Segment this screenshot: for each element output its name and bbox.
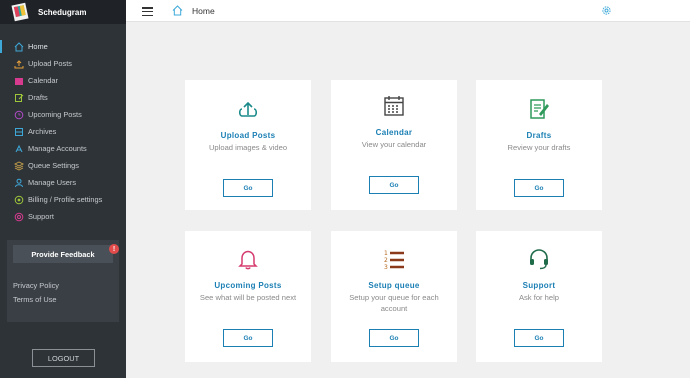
queue-icon — [14, 160, 24, 171]
provide-feedback-button[interactable]: Provide Feedback — [13, 245, 113, 263]
accounts-icon — [15, 144, 23, 152]
card-subtitle: See what will be posted next — [199, 293, 297, 302]
card-upcoming-posts: Upcoming Posts See what will be posted n… — [185, 231, 311, 362]
user-icon — [15, 178, 23, 187]
sidebar-item-home[interactable]: Home — [0, 38, 126, 55]
svg-text:2: 2 — [384, 257, 388, 264]
brand-header: Schedugram — [0, 0, 126, 24]
billing-icon — [14, 195, 24, 204]
archive-icon — [15, 127, 23, 136]
card-subtitle: View your calendar — [361, 140, 427, 149]
sidebar-item-label: Queue Settings — [28, 161, 79, 170]
go-button[interactable]: Go — [223, 179, 273, 197]
logout-button[interactable]: LOGOUT — [32, 349, 95, 367]
upload-icon — [14, 59, 24, 68]
sidebar-item-archives[interactable]: Archives — [0, 123, 126, 140]
bell-icon — [14, 110, 24, 119]
svg-text:1: 1 — [384, 250, 388, 257]
card-title: Calendar — [375, 128, 413, 137]
gear-icon[interactable] — [601, 5, 612, 16]
card-drafts: Drafts Review your drafts Go — [476, 80, 602, 210]
sidebar-item-label: Manage Accounts — [28, 144, 87, 153]
sidebar-item-upload-posts[interactable]: Upload Posts — [0, 55, 126, 72]
card-title: Setup queue — [368, 281, 420, 290]
card-subtitle: Review your drafts — [507, 143, 571, 152]
privacy-policy-link[interactable]: Privacy Policy — [13, 281, 59, 290]
sidebar-item-label: Archives — [28, 127, 57, 136]
sidebar-item-label: Upcoming Posts — [28, 110, 82, 119]
headset-icon — [530, 249, 548, 270]
sidebar-item-label: Support — [28, 212, 54, 221]
go-button[interactable]: Go — [514, 329, 564, 347]
card-title: Upload Posts — [220, 131, 276, 140]
sidebar-item-drafts[interactable]: Drafts — [0, 89, 126, 106]
calendar-icon — [384, 96, 404, 116]
sidebar-item-upcoming-posts[interactable]: Upcoming Posts — [0, 106, 126, 123]
sidebar-item-label: Drafts — [28, 93, 48, 102]
home-icon — [14, 41, 24, 51]
sidebar-item-billing-profile-settings[interactable]: Billing / Profile settings — [0, 191, 126, 208]
schedugram-logo-icon — [11, 2, 29, 22]
card-setup-queue: 1 2 3 Setup queue Setup your queue for e… — [331, 231, 457, 362]
menu-icon[interactable] — [142, 7, 153, 17]
sidebar-item-calendar[interactable]: Calendar — [0, 72, 126, 89]
sidebar-item-label: Manage Users — [28, 178, 77, 187]
go-button[interactable]: Go — [514, 179, 564, 197]
drafts-icon — [530, 99, 549, 119]
sidebar-item-manage-accounts[interactable]: Manage Accounts — [0, 140, 126, 157]
go-button[interactable]: Go — [369, 329, 419, 347]
drafts-icon — [15, 93, 24, 102]
breadcrumb: Home — [192, 6, 215, 16]
sidebar-item-manage-users[interactable]: Manage Users — [0, 174, 126, 191]
sidebar-item-queue-settings[interactable]: Queue Settings — [0, 157, 126, 174]
sidebar-item-label: Calendar — [28, 76, 58, 85]
sidebar-item-label: Home — [28, 42, 48, 51]
queue-list-icon: 1 2 3 — [384, 250, 404, 271]
sidebar: Schedugram Home Upload Posts Calendar Dr… — [0, 0, 126, 378]
calendar-icon — [15, 77, 23, 85]
feedback-panel: Provide Feedback ! Privacy Policy Terms … — [7, 240, 119, 322]
card-title: Support — [522, 281, 556, 290]
card-title: Drafts — [526, 131, 552, 140]
bell-icon — [238, 250, 258, 270]
alert-badge: ! — [109, 244, 119, 254]
card-upload-posts: Upload Posts Upload images & video Go — [185, 80, 311, 210]
card-support: Support Ask for help Go — [476, 231, 602, 362]
sidebar-item-label: Billing / Profile settings — [28, 195, 103, 204]
app-name: Schedugram — [38, 7, 87, 17]
go-button[interactable]: Go — [223, 329, 273, 347]
home-icon[interactable] — [172, 5, 183, 16]
sidebar-item-label: Upload Posts — [28, 59, 72, 68]
card-subtitle: Ask for help — [518, 293, 560, 302]
support-icon — [14, 212, 24, 221]
go-button[interactable]: Go — [369, 176, 419, 194]
card-title: Upcoming Posts — [214, 281, 282, 290]
top-bar: Home — [126, 0, 690, 22]
svg-text:3: 3 — [384, 264, 388, 271]
terms-of-use-link[interactable]: Terms of Use — [13, 295, 57, 304]
card-subtitle: Upload images & video — [208, 143, 288, 152]
sidebar-item-support[interactable]: Support — [0, 208, 126, 225]
card-subtitle: Setup your queue for each account — [349, 293, 439, 313]
upload-cloud-icon — [238, 101, 258, 117]
sidebar-nav: Home Upload Posts Calendar Drafts Upcomi… — [0, 38, 126, 225]
card-calendar: Calendar View your calendar Go — [331, 80, 457, 210]
